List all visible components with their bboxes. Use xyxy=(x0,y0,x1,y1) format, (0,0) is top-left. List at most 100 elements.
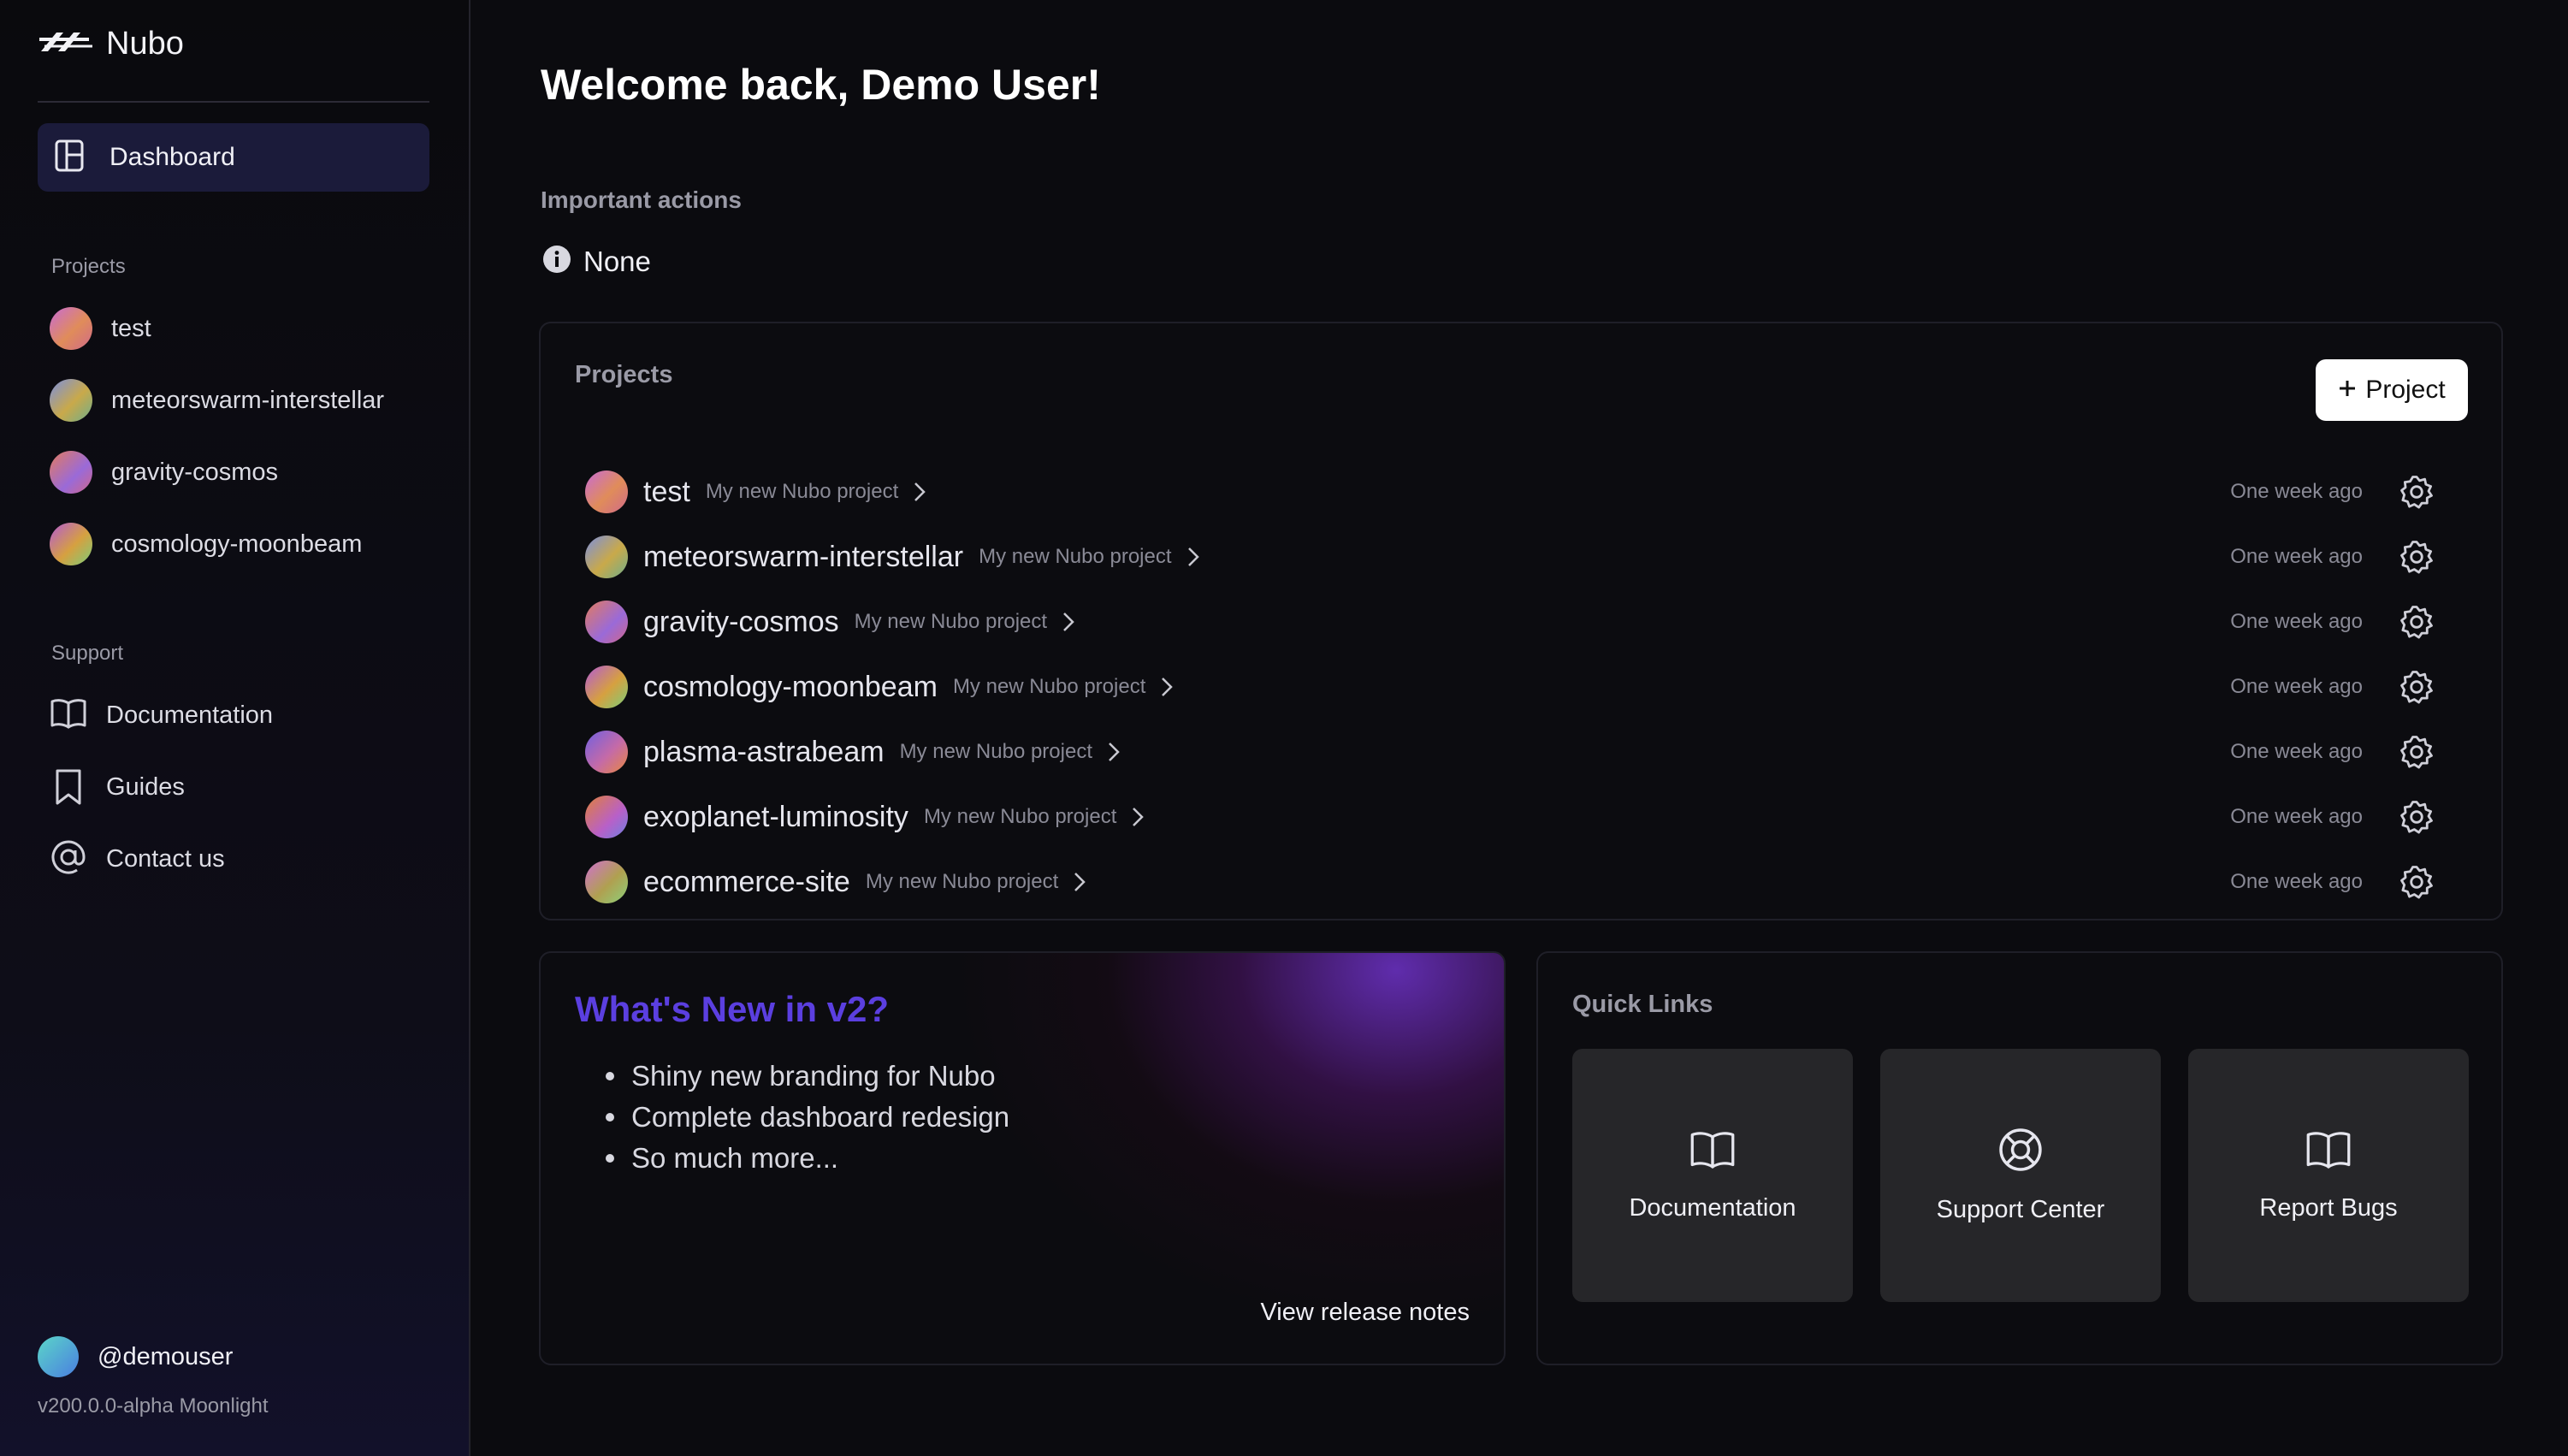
avatar xyxy=(38,1336,79,1377)
nav-dashboard[interactable]: Dashboard xyxy=(38,123,429,192)
project-name: plasma-astrabeam xyxy=(643,735,885,768)
nubo-logo-icon xyxy=(38,29,94,59)
project-description: My new Nubo project xyxy=(865,870,1059,893)
project-description: My new Nubo project xyxy=(979,545,1172,568)
gear-icon[interactable] xyxy=(2399,669,2435,705)
chevron-right-icon xyxy=(1074,872,1086,892)
quick-link-report-bugs[interactable]: Report Bugs xyxy=(2188,1049,2469,1302)
sidebar-project-test[interactable]: test xyxy=(50,303,151,354)
project-updated-time: One week ago xyxy=(2230,870,2363,893)
whats-new-list: Shiny new branding for Nubo Complete das… xyxy=(575,1056,1009,1179)
quick-links-title: Quick Links xyxy=(1572,991,1713,1018)
project-description: My new Nubo project xyxy=(854,610,1048,633)
sidebar-item-guides[interactable]: Guides xyxy=(50,761,185,813)
project-updated-time: One week ago xyxy=(2230,610,2363,633)
project-row[interactable]: meteorswarm-interstellar My new Nubo pro… xyxy=(585,530,2476,583)
project-updated-time: One week ago xyxy=(2230,480,2363,503)
project-avatar xyxy=(50,451,92,494)
chevron-right-icon xyxy=(914,482,926,502)
project-row[interactable]: exoplanet-luminosity My new Nubo project… xyxy=(585,790,2476,843)
project-description: My new Nubo project xyxy=(923,805,1117,828)
book-open-icon xyxy=(2304,1128,2353,1175)
project-updated-time: One week ago xyxy=(2230,805,2363,828)
sidebar-project-label: cosmology-moonbeam xyxy=(111,530,363,558)
project-avatar xyxy=(585,536,628,578)
gear-icon[interactable] xyxy=(2399,539,2435,575)
sidebar-project-label: gravity-cosmos xyxy=(111,458,278,486)
projects-section-title: Projects xyxy=(51,255,126,278)
user-menu[interactable]: @demouser xyxy=(38,1336,233,1377)
chevron-right-icon xyxy=(1108,742,1120,762)
sidebar-item-documentation[interactable]: Documentation xyxy=(50,690,273,741)
project-description: My new Nubo project xyxy=(952,675,1146,698)
project-updated-time: One week ago xyxy=(2230,545,2363,568)
important-actions-title: Important actions xyxy=(541,186,742,213)
layout-icon xyxy=(55,139,84,176)
quick-links-card: Quick Links Documentation Support Center xyxy=(1536,951,2503,1365)
projects-card: Projects Project test My new Nubo projec… xyxy=(539,322,2503,920)
quick-link-documentation[interactable]: Documentation xyxy=(1572,1049,1853,1302)
project-avatar xyxy=(50,523,92,565)
chevron-right-icon xyxy=(1132,807,1145,827)
sidebar-project-label: test xyxy=(111,314,151,342)
gear-icon[interactable] xyxy=(2399,604,2435,640)
project-row[interactable]: plasma-astrabeam My new Nubo project One… xyxy=(585,725,2476,778)
bookmark-icon xyxy=(50,768,87,806)
nav-dashboard-label: Dashboard xyxy=(109,143,235,171)
divider xyxy=(38,101,429,103)
project-avatar xyxy=(585,796,628,838)
list-item: So much more... xyxy=(605,1138,1009,1179)
quick-link-support-center[interactable]: Support Center xyxy=(1880,1049,2161,1302)
project-name: gravity-cosmos xyxy=(643,605,839,638)
project-name: ecommerce-site xyxy=(643,865,850,898)
page-title: Welcome back, Demo User! xyxy=(541,61,1101,109)
list-item: Complete dashboard redesign xyxy=(605,1097,1009,1138)
project-updated-time: One week ago xyxy=(2230,740,2363,763)
gear-icon[interactable] xyxy=(2399,474,2435,510)
quick-link-label: Report Bugs xyxy=(2259,1194,2398,1222)
gear-icon[interactable] xyxy=(2399,799,2435,835)
project-row[interactable]: test My new Nubo project One week ago xyxy=(585,465,2476,518)
project-avatar xyxy=(585,731,628,773)
project-avatar xyxy=(585,861,628,903)
sidebar-project-gravity-cosmos[interactable]: gravity-cosmos xyxy=(50,447,278,498)
projects-card-title: Projects xyxy=(575,361,673,388)
project-row[interactable]: ecommerce-site My new Nubo project One w… xyxy=(585,855,2476,909)
sidebar-item-label: Contact us xyxy=(106,844,225,873)
project-row[interactable]: gravity-cosmos My new Nubo project One w… xyxy=(585,595,2476,648)
project-name: test xyxy=(643,475,690,508)
add-project-button[interactable]: Project xyxy=(2316,359,2468,421)
book-open-icon xyxy=(50,696,87,735)
view-release-notes-link[interactable]: View release notes xyxy=(1260,1299,1470,1327)
chevron-right-icon xyxy=(1161,677,1174,697)
chevron-right-icon xyxy=(1062,612,1074,632)
gear-icon[interactable] xyxy=(2399,734,2435,770)
important-actions-value: None xyxy=(583,245,651,277)
brand-logo[interactable]: Nubo xyxy=(38,26,184,62)
project-row[interactable]: cosmology-moonbeam My new Nubo project O… xyxy=(585,660,2476,713)
project-updated-time: One week ago xyxy=(2230,675,2363,698)
sidebar: Nubo Dashboard Projects test meteorswarm… xyxy=(0,0,470,1456)
project-avatar xyxy=(585,471,628,513)
brand-name: Nubo xyxy=(106,26,184,62)
quick-link-label: Support Center xyxy=(1936,1196,2105,1223)
version-label: v200.0.0-alpha Moonlight xyxy=(38,1394,269,1418)
add-project-label: Project xyxy=(2365,376,2446,404)
project-name: exoplanet-luminosity xyxy=(643,800,908,833)
sidebar-item-label: Guides xyxy=(106,772,185,801)
sidebar-project-meteorswarm-interstellar[interactable]: meteorswarm-interstellar xyxy=(50,375,384,426)
project-avatar xyxy=(585,666,628,708)
project-name: cosmology-moonbeam xyxy=(643,670,938,703)
project-description: My new Nubo project xyxy=(705,480,899,503)
life-buoy-icon xyxy=(1997,1127,2044,1177)
sidebar-item-contact-us[interactable]: Contact us xyxy=(50,833,225,885)
sidebar-item-label: Documentation xyxy=(106,701,274,729)
chevron-right-icon xyxy=(1187,547,1199,567)
project-avatar xyxy=(50,307,92,350)
project-description: My new Nubo project xyxy=(899,740,1092,763)
gear-icon[interactable] xyxy=(2399,864,2435,900)
project-avatar xyxy=(50,379,92,422)
sidebar-project-cosmology-moonbeam[interactable]: cosmology-moonbeam xyxy=(50,518,362,570)
list-item: Shiny new branding for Nubo xyxy=(605,1056,1009,1097)
quick-link-label: Documentation xyxy=(1629,1194,1796,1222)
